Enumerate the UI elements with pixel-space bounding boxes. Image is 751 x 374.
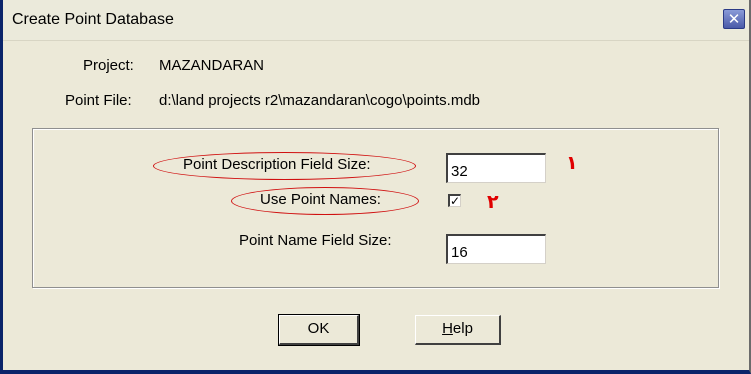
close-icon: ✕ [727,10,741,28]
dialog-title: Create Point Database [12,11,174,28]
check-icon: ✓ [450,194,461,208]
annotation-number-2: ۲ [487,191,499,213]
title-bar[interactable]: Create Point Database ✕ [3,0,749,41]
help-button-label: elp [452,320,473,337]
point-description-size-input[interactable] [446,153,546,183]
point-name-size-input[interactable] [446,234,546,264]
point-file-label: Point File: [65,92,132,109]
use-point-names-checkbox[interactable]: ✓ [448,194,461,207]
project-value: MAZANDARAN [159,57,265,74]
close-button[interactable]: ✕ [723,9,745,29]
point-name-size-label: Point Name Field Size: [239,232,392,249]
use-point-names-label: Use Point Names: [260,191,381,208]
point-file-value: d:\land projects r2\mazandaran\cogo\poin… [159,92,481,109]
create-point-database-dialog: Create Point Database ✕ Project: MAZANDA… [0,0,751,374]
help-button[interactable]: Help [415,315,501,345]
ok-button[interactable]: OK [278,314,360,346]
project-label: Project: [83,57,134,74]
help-button-accelerator: H [442,320,453,337]
ok-button-label: OK [307,320,330,337]
point-description-size-label: Point Description Field Size: [183,156,371,173]
annotation-number-1: ۱ [566,152,578,174]
